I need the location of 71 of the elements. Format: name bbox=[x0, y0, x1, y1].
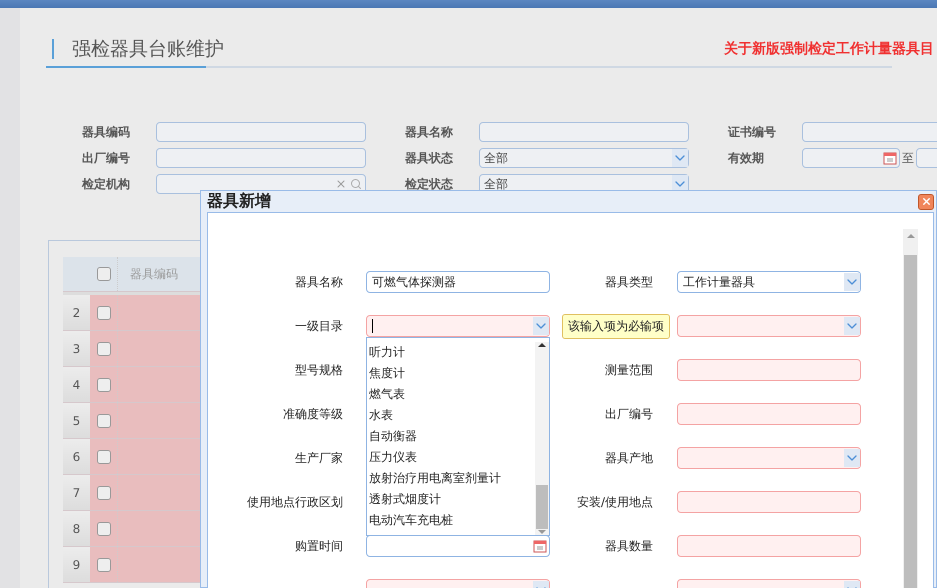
select-field[interactable]: 全部 bbox=[479, 148, 689, 168]
select-field[interactable] bbox=[677, 447, 861, 469]
page-title: 强检器具台账维护 bbox=[52, 39, 224, 59]
input-field[interactable] bbox=[677, 403, 861, 425]
dropdown-option[interactable]: 透射式烟度计 bbox=[367, 489, 535, 510]
input-field[interactable] bbox=[677, 491, 861, 513]
scrollbar[interactable] bbox=[903, 229, 918, 588]
select-field[interactable] bbox=[677, 315, 861, 337]
dropdown-option[interactable]: 焦度计 bbox=[367, 363, 535, 384]
caret-icon[interactable] bbox=[844, 273, 860, 291]
field-label: 安装/使用地点 bbox=[576, 494, 653, 510]
field-label: 器具类型 bbox=[605, 274, 653, 290]
dropdown-option[interactable]: 水表 bbox=[367, 405, 535, 426]
filter-label: 出厂编号 bbox=[82, 150, 131, 166]
checkbox[interactable] bbox=[96, 267, 110, 281]
select-field[interactable] bbox=[366, 315, 550, 337]
field-label: 出厂编号 bbox=[605, 406, 653, 422]
field-label: 测量范围 bbox=[605, 362, 653, 378]
checkbox[interactable] bbox=[96, 486, 110, 500]
dialog-title: 器具新增 bbox=[207, 191, 271, 212]
filter-label: 检定状态 bbox=[405, 176, 454, 192]
filter-label: 有效期 bbox=[728, 150, 765, 166]
dropdown-option[interactable]: 放射治疗用电离室剂量计 bbox=[367, 468, 535, 489]
date-field[interactable] bbox=[366, 535, 550, 557]
dropdown-option[interactable]: 压力仪表 bbox=[367, 447, 535, 468]
checkbox[interactable] bbox=[96, 558, 110, 572]
calendar-icon[interactable] bbox=[883, 151, 897, 165]
date-field[interactable] bbox=[802, 148, 900, 168]
validation-tooltip: 该输入项为必输项 bbox=[562, 314, 670, 339]
caret-icon[interactable] bbox=[844, 449, 860, 467]
scrollbar-thumb[interactable] bbox=[536, 485, 548, 529]
input-field[interactable] bbox=[677, 359, 861, 381]
filter-label: 器具名称 bbox=[405, 124, 454, 140]
filter-label: 器具编码 bbox=[82, 124, 131, 140]
input-field[interactable] bbox=[677, 535, 861, 557]
checkbox[interactable] bbox=[96, 342, 110, 356]
dropdown-option[interactable]: 听力计 bbox=[367, 342, 535, 363]
field-label: 购置时间 bbox=[295, 538, 343, 554]
checkbox[interactable] bbox=[96, 450, 110, 464]
field-label: 使用地点行政区划 bbox=[247, 494, 343, 510]
select-field[interactable]: 工作计量器具 bbox=[677, 271, 861, 293]
dropdown-option[interactable]: 自动衡器 bbox=[367, 426, 535, 447]
checkbox[interactable] bbox=[96, 378, 110, 392]
input-field[interactable]: 可燃气体探测器 bbox=[366, 271, 550, 293]
caret-icon[interactable] bbox=[672, 149, 688, 167]
input-field[interactable] bbox=[156, 148, 366, 168]
caret-icon[interactable] bbox=[533, 317, 549, 335]
checkbox[interactable] bbox=[96, 522, 110, 536]
dropdown-option[interactable]: 燃气表 bbox=[367, 384, 535, 405]
input-field[interactable] bbox=[479, 122, 689, 142]
search-icon[interactable] bbox=[350, 178, 362, 190]
checkbox[interactable] bbox=[96, 306, 110, 320]
filter-label: 器具状态 bbox=[405, 150, 454, 166]
field-label: 型号规格 bbox=[295, 362, 343, 378]
field-label: 准确度等级 bbox=[283, 406, 343, 422]
field-label: 器具数量 bbox=[605, 538, 653, 554]
dropdown-option[interactable]: 电动汽车充电桩 bbox=[367, 510, 535, 531]
filter-label: 证书编号 bbox=[728, 124, 777, 140]
dropdown-list[interactable]: 听力计 焦度计 燃气表 水表 自动衡器 压力仪表 放射治疗用电离室剂量计 透射式烟度计 电动汽车充电桩 bbox=[366, 337, 550, 536]
filter-label: 检定机构 bbox=[82, 176, 131, 192]
checkbox[interactable] bbox=[96, 414, 110, 428]
field-label: 器具名称 bbox=[295, 274, 343, 290]
field-label: 一级目录 bbox=[295, 318, 343, 334]
field-label: 生产厂家 bbox=[295, 450, 343, 466]
clear-icon[interactable] bbox=[335, 178, 347, 190]
caret-icon[interactable] bbox=[844, 317, 860, 335]
scroll-up-icon[interactable] bbox=[538, 342, 546, 348]
range-separator: 至 bbox=[902, 150, 914, 166]
calendar-icon[interactable] bbox=[533, 539, 547, 553]
field-label: 器具产地 bbox=[605, 450, 653, 466]
input-field[interactable] bbox=[156, 122, 366, 142]
